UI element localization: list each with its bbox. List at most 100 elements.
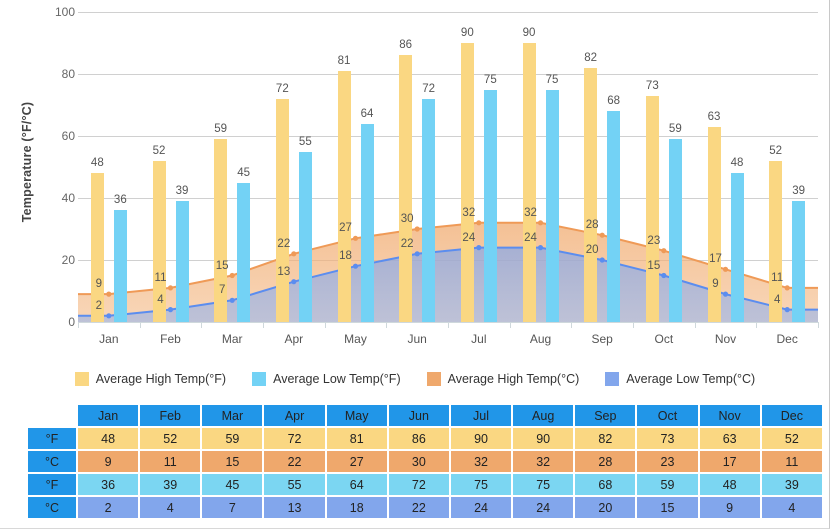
table-cell: 59 [637, 474, 698, 495]
legend-item-2[interactable]: Average High Temp(°C) [426, 372, 579, 386]
data-point-high-temp-c [229, 272, 235, 279]
bar-low-temp-f [545, 89, 559, 322]
legend-label: Average Low Temp(°F) [273, 372, 401, 386]
x-axis-tickmark [386, 322, 388, 328]
y-axis-tick-label: 60 [61, 129, 75, 143]
table-row: °C 2 4 7 13 18 22 24 24 20 15 9 4 [28, 497, 822, 518]
table-header-jan: Jan [78, 405, 139, 426]
table-cell: 72 [388, 474, 449, 495]
legend-item-1[interactable]: Average Low Temp(°F) [252, 372, 401, 386]
data-point-high-temp-c [784, 285, 790, 291]
legend-label: Average High Temp(°F) [95, 372, 227, 386]
table-row-header-unit: °F [28, 474, 76, 495]
x-axis-label-nov: Nov [714, 332, 737, 346]
x-axis-label-jul: Jul [471, 332, 487, 346]
x-axis-tickmark [818, 322, 819, 328]
table-cell: 7 [202, 497, 263, 518]
table-row-header-unit: °F [28, 428, 76, 449]
x-axis-label-may: May [344, 332, 367, 346]
bar-high-temp-f [460, 43, 474, 322]
table-cell: 52 [761, 428, 822, 449]
bar-high-temp-f [645, 95, 659, 322]
table-header-mar: Mar [202, 405, 263, 426]
bar-label-high-temp-f: 63 [707, 110, 721, 123]
y-axis-tick-label: 40 [61, 191, 75, 205]
table-cell: 30 [388, 451, 449, 472]
table-cell: 64 [326, 474, 387, 495]
table-cell: 17 [699, 451, 760, 472]
bar-low-temp-f [792, 201, 806, 322]
area-label-low-temp-c: 22 [400, 237, 414, 250]
bar-label-low-temp-f: 48 [730, 157, 744, 170]
bar-label-low-temp-f: 55 [298, 135, 312, 148]
area-label-high-temp-c: 32 [524, 206, 537, 219]
temperature-chart: Temperature (°F/°C) 100 80 60 40 20 0 48… [0, 0, 830, 360]
table-header-oct: Oct [637, 405, 698, 426]
x-axis-label-apr: Apr [284, 332, 304, 346]
bar-low-temp-f [483, 89, 497, 322]
table-cell: 24 [513, 497, 574, 518]
bar-high-temp-f [707, 126, 721, 322]
bar-label-high-temp-f: 48 [90, 157, 104, 170]
bar-low-temp-f [237, 182, 251, 322]
x-axis-label-jan: Jan [99, 332, 119, 346]
table-cell: 18 [326, 497, 387, 518]
area-label-low-temp-c: 4 [773, 293, 781, 306]
table-cell: 4 [140, 497, 201, 518]
table-header-sep: Sep [575, 405, 636, 426]
bar-label-high-temp-f: 86 [399, 39, 413, 52]
area-label-high-temp-c: 22 [277, 237, 291, 250]
legend-swatch-icon [252, 372, 267, 386]
bar-low-temp-f [113, 210, 127, 322]
table-row: °F 36 39 45 55 64 72 75 75 68 59 48 39 [28, 474, 822, 495]
legend-swatch-icon [426, 372, 441, 386]
area-label-low-temp-c: 7 [218, 284, 226, 297]
table-cell: 20 [575, 497, 636, 518]
legend-swatch-icon [74, 372, 89, 386]
x-axis-tickmark [448, 322, 449, 328]
table-cell: 15 [202, 451, 263, 472]
legend-item-0[interactable]: Average High Temp(°F) [74, 372, 227, 386]
legend-item-3[interactable]: Average Low Temp(°C) [605, 372, 755, 386]
area-label-low-temp-c: 15 [647, 259, 661, 272]
data-point-high-temp-c [167, 285, 174, 291]
data-point-high-temp-c [106, 291, 112, 297]
bar-low-temp-f [175, 201, 189, 322]
area-label-high-temp-c: 27 [339, 222, 352, 235]
bar-label-high-temp-f: 90 [460, 27, 474, 39]
data-point-low-temp-c [414, 251, 420, 257]
area-label-low-temp-c: 24 [524, 231, 537, 244]
temperature-data-table: Jan Feb Mar Apr May Jun Jul Aug Sep Oct Nov Dec °F 48… [26, 403, 824, 520]
table-header-dec: Dec [761, 405, 822, 426]
legend-swatch-icon [605, 372, 620, 386]
x-axis-label-jun: Jun [407, 332, 427, 346]
bar-label-low-temp-f: 64 [360, 107, 374, 120]
table-cell: 86 [388, 428, 449, 449]
bar-low-temp-f [730, 173, 744, 322]
bar-low-temp-f [422, 98, 436, 322]
table-cell: 9 [78, 451, 139, 472]
data-point-low-temp-c [537, 245, 544, 251]
bar-label-low-temp-f: 75 [483, 73, 497, 86]
table-header-jun: Jun [388, 405, 449, 426]
data-point-low-temp-c [167, 307, 174, 313]
table-row-header-unit: °C [28, 451, 76, 472]
area-label-low-temp-c: 4 [157, 293, 164, 306]
bar-label-low-temp-f: 36 [113, 194, 127, 207]
table-cell: 39 [140, 474, 201, 495]
data-point-low-temp-c [229, 297, 235, 303]
chart-legend: Average High Temp(°F) Average Low Temp(°F… [0, 366, 830, 392]
area-label-high-temp-c: 9 [95, 278, 103, 291]
table-row: °C 9 11 15 22 27 30 32 32 28 23 17 11 [28, 451, 822, 472]
plot-area: 48 36 52 39 59 45 72 55 81 64 86 72 90 75 90 75 82 68 73 59… [78, 12, 818, 322]
table-cell: 90 [450, 428, 512, 449]
table-cell: 32 [450, 451, 512, 472]
bar-high-temp-f [399, 55, 413, 322]
data-point-low-temp-c [352, 263, 359, 269]
x-axis-label-feb: Feb [160, 332, 181, 346]
area-label-high-temp-c: 11 [154, 271, 167, 284]
data-point-high-temp-c [537, 220, 544, 226]
table-header-apr: Apr [264, 405, 325, 426]
bar-label-high-temp-f: 82 [584, 51, 598, 64]
data-point-low-temp-c [291, 279, 297, 285]
